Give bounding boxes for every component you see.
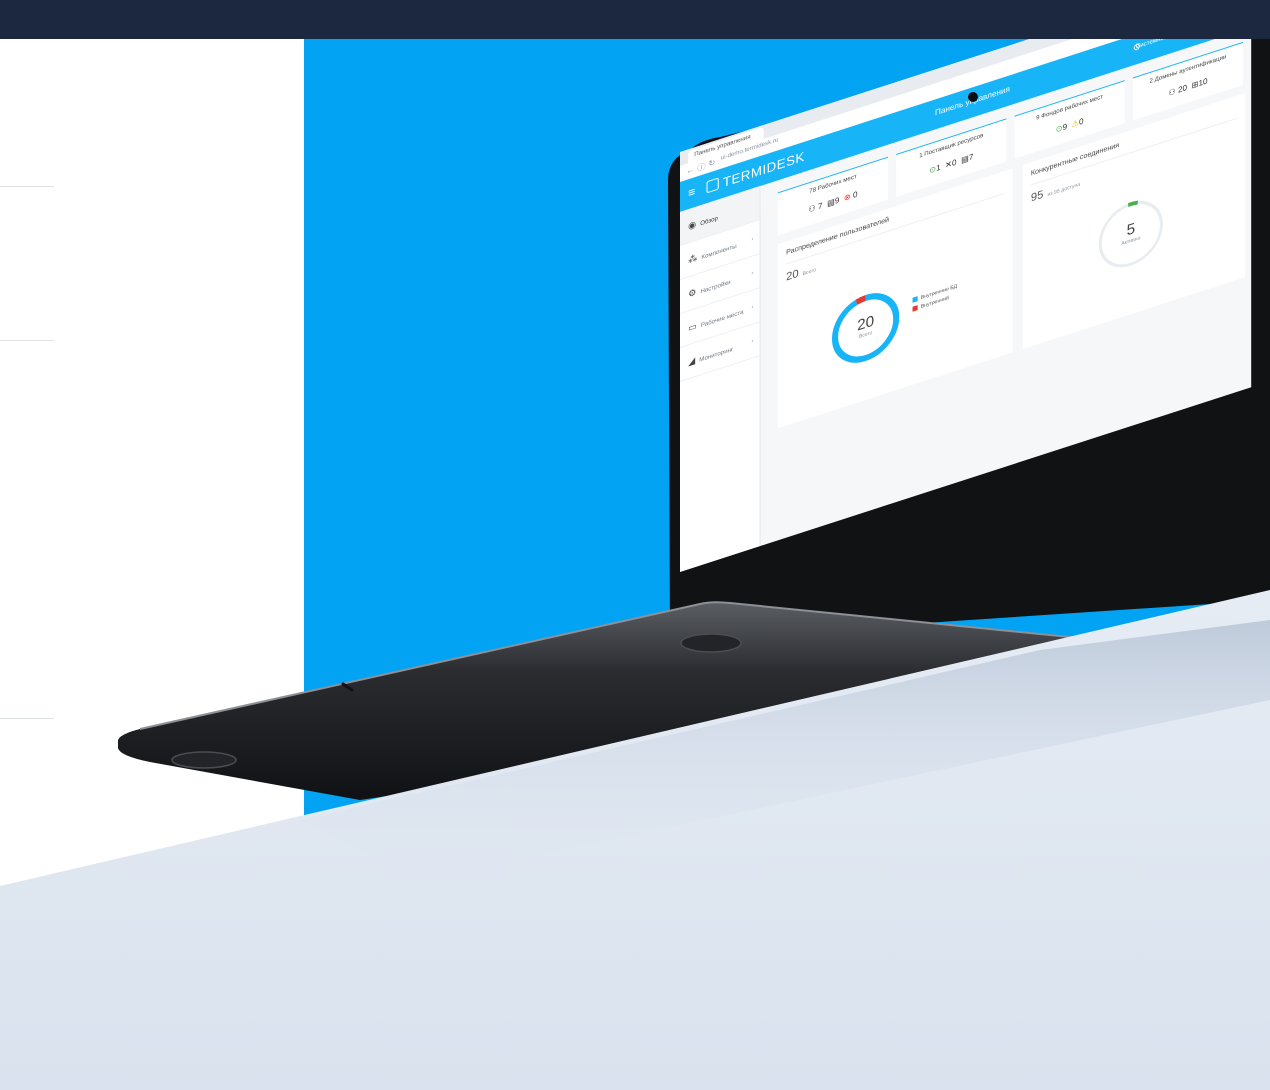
rubber-foot bbox=[171, 751, 237, 769]
rubber-foot bbox=[680, 633, 742, 653]
laptop-base bbox=[118, 601, 1101, 800]
top-navigation-bar bbox=[0, 0, 1270, 39]
laptop-mockup: Панель управления ← ⓘ ↻ ui-demo.termides… bbox=[0, 0, 1270, 1090]
